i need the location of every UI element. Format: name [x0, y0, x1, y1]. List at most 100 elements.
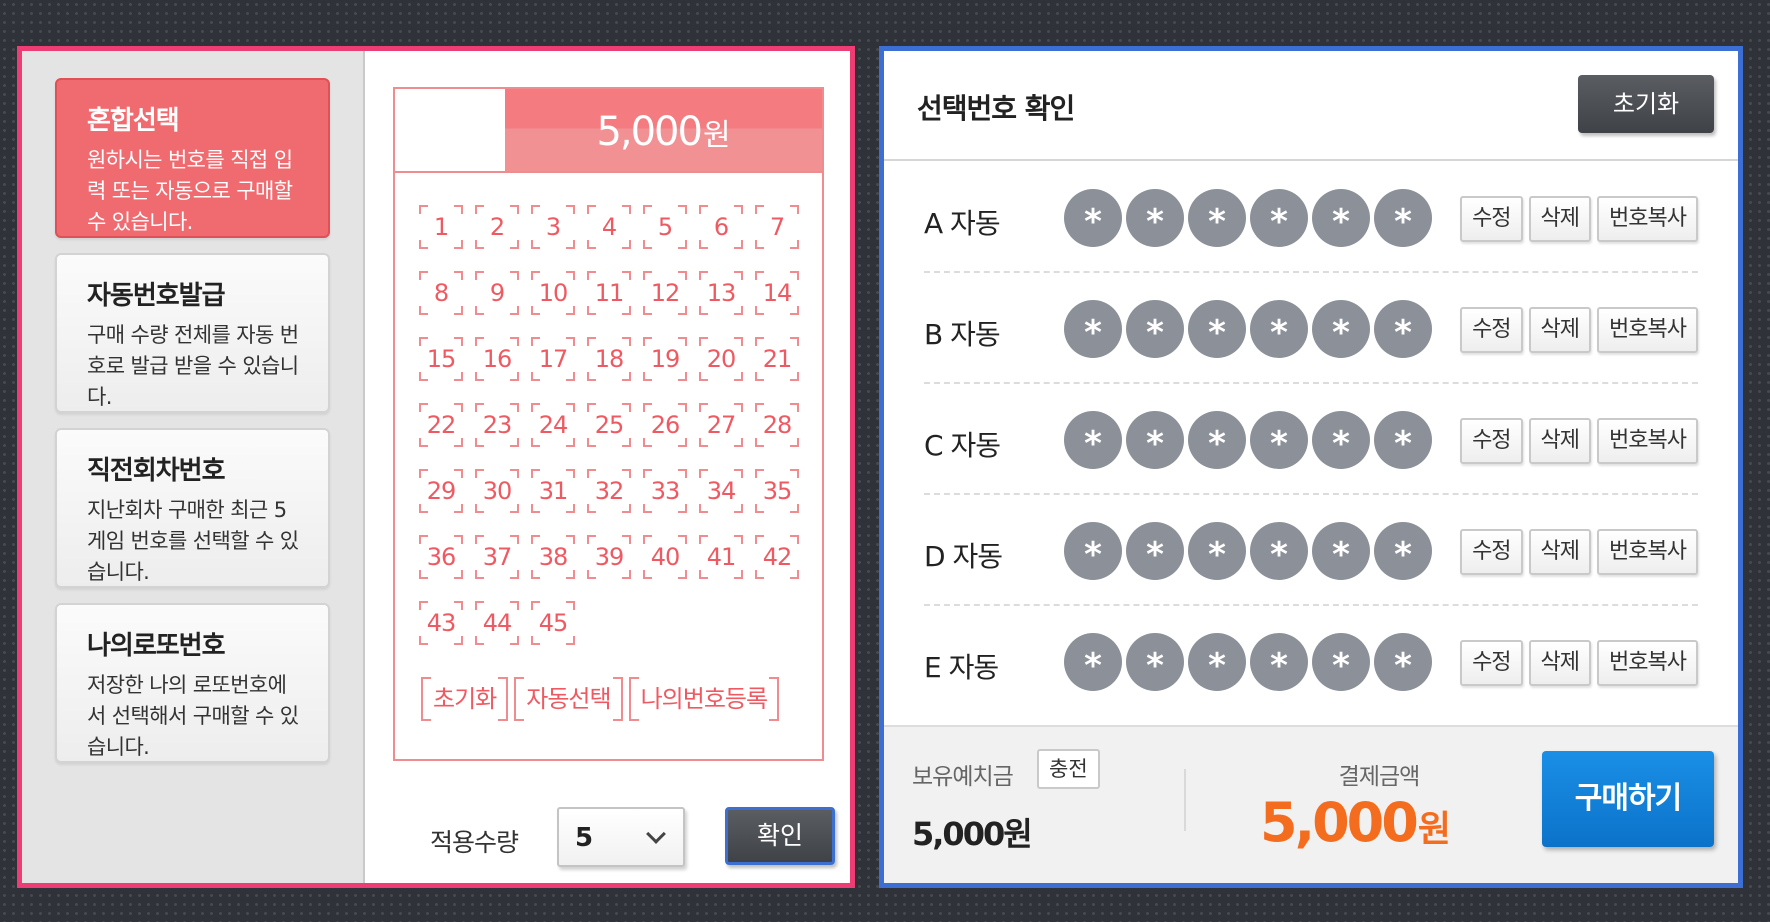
- mode-description: 저장한 나의 로또번호에서 선택해서 구매할 수 있습니다.: [87, 673, 299, 759]
- number-cell[interactable]: 30: [475, 469, 519, 513]
- number-cell[interactable]: 31: [531, 469, 575, 513]
- number-cell[interactable]: 4: [587, 205, 631, 249]
- edit-button[interactable]: 수정: [1460, 529, 1523, 575]
- reset-button[interactable]: 초기화: [1578, 75, 1714, 133]
- copy-numbers-button[interactable]: 번호복사: [1597, 196, 1698, 242]
- number-balls: * * * * * *: [1064, 411, 1432, 469]
- charge-button[interactable]: 충전: [1037, 749, 1100, 789]
- number-cell[interactable]: 38: [531, 535, 575, 579]
- number-cell[interactable]: 21: [755, 337, 799, 381]
- number-cell[interactable]: 20: [699, 337, 743, 381]
- delete-button[interactable]: 삭제: [1528, 640, 1592, 686]
- number-ball: *: [1188, 300, 1246, 358]
- number-cell[interactable]: 5: [643, 205, 687, 249]
- number-cell[interactable]: 23: [475, 403, 519, 447]
- number-cell[interactable]: 44: [475, 601, 519, 645]
- quantity-select[interactable]: 5: [557, 807, 685, 867]
- number-ball: *: [1126, 411, 1184, 469]
- number-cell[interactable]: 10: [531, 271, 575, 315]
- copy-numbers-button[interactable]: 번호복사: [1597, 529, 1698, 575]
- number-cell[interactable]: 36: [419, 535, 463, 579]
- number-ball: *: [1250, 189, 1308, 247]
- edit-button[interactable]: 수정: [1460, 418, 1523, 464]
- number-ball: *: [1064, 189, 1122, 247]
- number-cell[interactable]: 7: [755, 205, 799, 249]
- number-cell[interactable]: 15: [419, 337, 463, 381]
- number-balls: * * * * * *: [1064, 633, 1432, 691]
- slip-register-my-numbers-button[interactable]: 나의번호등록: [628, 677, 780, 721]
- number-grid: 1 2 3 4 5 6 7 8 9 10 11 12 13 14 15 16 17 18 19 20 21 22 23 24 2…: [419, 205, 809, 645]
- number-cell[interactable]: 25: [587, 403, 631, 447]
- number-cell[interactable]: 24: [531, 403, 575, 447]
- number-ball: *: [1188, 411, 1246, 469]
- number-cell[interactable]: 28: [755, 403, 799, 447]
- number-cell[interactable]: 12: [643, 271, 687, 315]
- number-cell[interactable]: 45: [531, 601, 575, 645]
- delete-button[interactable]: 삭제: [1528, 307, 1592, 353]
- number-cell[interactable]: 22: [419, 403, 463, 447]
- number-balls: * * * * * *: [1064, 300, 1432, 358]
- edit-button[interactable]: 수정: [1460, 640, 1523, 686]
- selected-numbers-header: 선택번호 확인 초기화: [884, 51, 1738, 161]
- number-cell[interactable]: 29: [419, 469, 463, 513]
- game-row-label: B 자동: [924, 318, 1001, 351]
- copy-numbers-button[interactable]: 번호복사: [1597, 418, 1698, 464]
- edit-button[interactable]: 수정: [1460, 196, 1523, 242]
- number-cell[interactable]: 19: [643, 337, 687, 381]
- number-ball: *: [1126, 522, 1184, 580]
- number-cell[interactable]: 16: [475, 337, 519, 381]
- number-cell[interactable]: 3: [531, 205, 575, 249]
- mode-auto-issue[interactable]: 자동번호발급 구매 수량 전체를 자동 번호로 발급 받을 수 있습니다.: [55, 253, 330, 413]
- number-ball: *: [1250, 633, 1308, 691]
- number-cell[interactable]: 41: [699, 535, 743, 579]
- number-cell[interactable]: 18: [587, 337, 631, 381]
- mode-my-numbers[interactable]: 나의로또번호 저장한 나의 로또번호에서 선택해서 구매할 수 있습니다.: [55, 603, 330, 763]
- row-actions: 수정 삭제 번호복사: [1460, 307, 1698, 353]
- slip-header: 5,000원: [395, 89, 822, 173]
- number-cell[interactable]: 32: [587, 469, 631, 513]
- number-cell[interactable]: 40: [643, 535, 687, 579]
- purchase-button[interactable]: 구매하기: [1542, 751, 1714, 847]
- number-cell[interactable]: 42: [755, 535, 799, 579]
- number-cell[interactable]: 27: [699, 403, 743, 447]
- row-actions: 수정 삭제 번호복사: [1460, 196, 1698, 242]
- copy-numbers-button[interactable]: 번호복사: [1597, 640, 1698, 686]
- number-cell[interactable]: 35: [755, 469, 799, 513]
- delete-button[interactable]: 삭제: [1528, 529, 1592, 575]
- confirm-button[interactable]: 확인: [725, 807, 835, 865]
- number-ball: *: [1064, 522, 1122, 580]
- number-cell[interactable]: 13: [699, 271, 743, 315]
- row-actions: 수정 삭제 번호복사: [1460, 640, 1698, 686]
- slip-auto-select-button[interactable]: 자동선택: [514, 677, 623, 721]
- mode-title: 혼합선택: [87, 106, 180, 136]
- number-cell[interactable]: 33: [643, 469, 687, 513]
- number-cell[interactable]: 6: [699, 205, 743, 249]
- slip-reset-button[interactable]: 초기화: [421, 677, 509, 721]
- number-cell[interactable]: 2: [475, 205, 519, 249]
- panel-title: 선택번호 확인: [917, 92, 1075, 125]
- number-cell[interactable]: 37: [475, 535, 519, 579]
- delete-button[interactable]: 삭제: [1528, 418, 1592, 464]
- mode-mixed-select[interactable]: 혼합선택 원하시는 번호를 직접 입력 또는 자동으로 구매할 수 있습니다.: [55, 78, 330, 238]
- number-cell[interactable]: 26: [643, 403, 687, 447]
- mode-previous-round[interactable]: 직전회차번호 지난회차 구매한 최근 5게임 번호를 선택할 수 있습니다.: [55, 428, 330, 588]
- number-ball: *: [1312, 522, 1370, 580]
- number-cell[interactable]: 14: [755, 271, 799, 315]
- copy-numbers-button[interactable]: 번호복사: [1597, 307, 1698, 353]
- number-cell[interactable]: 9: [475, 271, 519, 315]
- number-cell[interactable]: 34: [699, 469, 743, 513]
- number-ball: *: [1312, 411, 1370, 469]
- edit-button[interactable]: 수정: [1460, 307, 1523, 353]
- number-cell[interactable]: 11: [587, 271, 631, 315]
- game-row-label: D 자동: [924, 540, 1003, 573]
- row-actions: 수정 삭제 번호복사: [1460, 418, 1698, 464]
- game-row: A 자동 * * * * * * 수정 삭제 번호복사: [924, 162, 1698, 273]
- number-cell[interactable]: 43: [419, 601, 463, 645]
- number-cell[interactable]: 8: [419, 271, 463, 315]
- number-ball: *: [1374, 300, 1432, 358]
- number-ball: *: [1250, 522, 1308, 580]
- number-cell[interactable]: 39: [587, 535, 631, 579]
- number-cell[interactable]: 1: [419, 205, 463, 249]
- delete-button[interactable]: 삭제: [1528, 196, 1592, 242]
- number-cell[interactable]: 17: [531, 337, 575, 381]
